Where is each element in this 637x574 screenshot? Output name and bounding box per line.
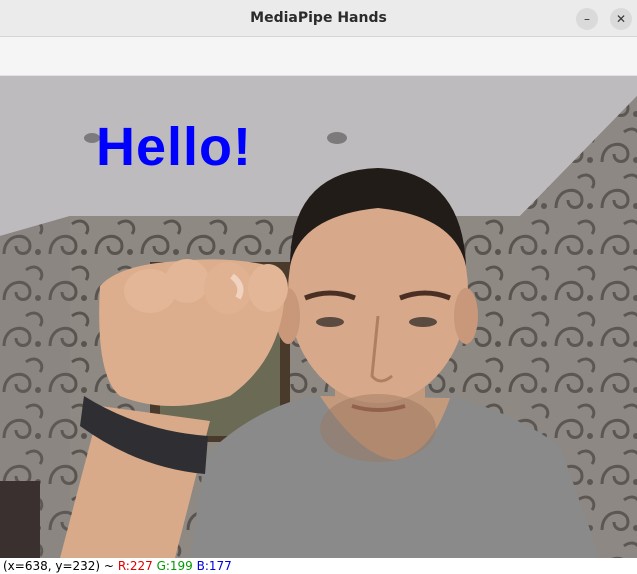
pixel-red-value: R:227 (117, 559, 153, 573)
pixel-blue-value: B:177 (196, 559, 232, 573)
close-icon: ✕ (615, 12, 627, 26)
video-frame[interactable]: Hello! (0, 76, 637, 558)
overlay-hello-text: Hello! (96, 117, 253, 177)
title-bar[interactable]: MediaPipe Hands – ✕ (0, 0, 637, 37)
app-window: MediaPipe Hands – ✕ Hello! (x=638, y=232… (0, 0, 637, 574)
window-title: MediaPipe Hands (250, 10, 387, 26)
toolbar (0, 37, 637, 76)
pixel-green-value: G:199 (156, 559, 193, 573)
status-bar: (x=638, y=232) ~ R:227 G:199 B:177 (0, 558, 637, 574)
close-button[interactable]: ✕ (610, 8, 632, 30)
minimize-icon: – (584, 12, 590, 26)
cursor-coordinates: (x=638, y=232) ~ (3, 559, 114, 573)
minimize-button[interactable]: – (576, 8, 598, 30)
